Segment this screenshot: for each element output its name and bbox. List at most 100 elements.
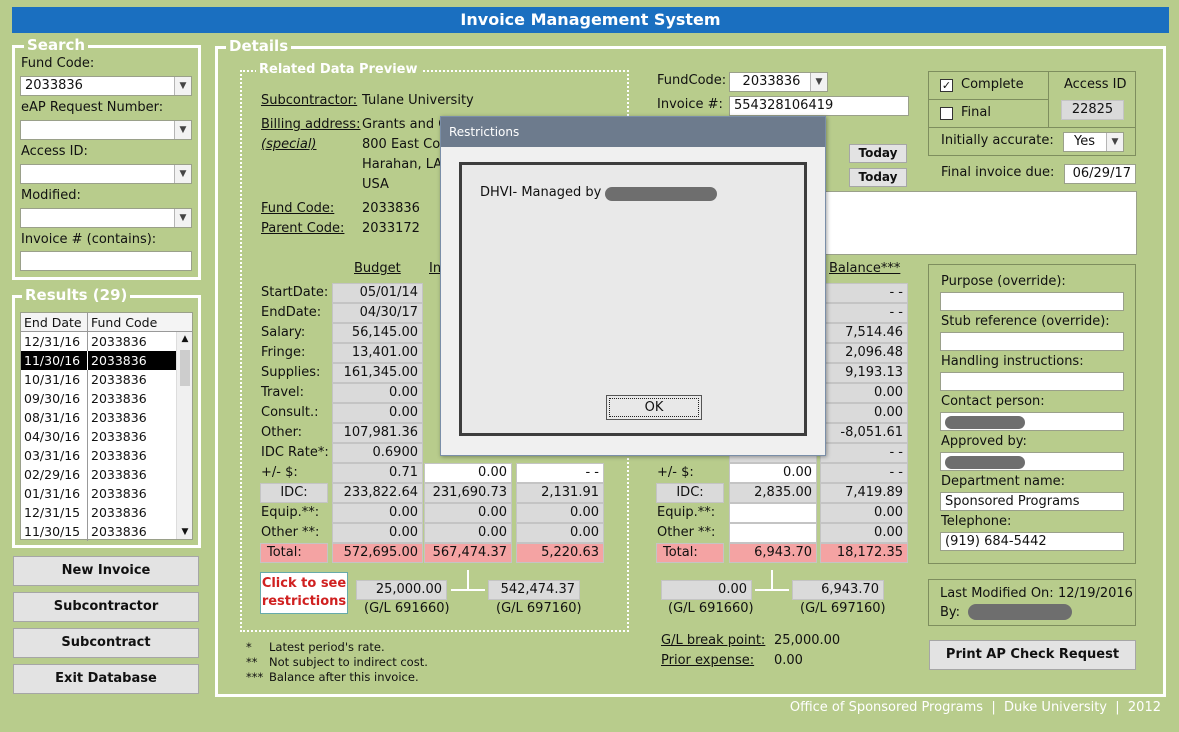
- col-budget-header: Budget: [354, 261, 401, 276]
- list-item[interactable]: 09/30/16 2033836: [21, 389, 176, 408]
- modified-combo[interactable]: ▼: [20, 208, 192, 228]
- billing-special-label[interactable]: (special): [261, 137, 317, 152]
- results-list[interactable]: End Date Fund Code 12/31/16 2033836 11/30/…: [20, 312, 193, 541]
- row-label: Other:: [261, 425, 303, 440]
- gl-right-a: 0.00: [661, 580, 752, 600]
- list-item[interactable]: 04/30/16 2033836: [21, 427, 176, 446]
- eap-combo[interactable]: ▼: [20, 120, 192, 140]
- subcontractor-label[interactable]: Subcontractor:: [261, 93, 357, 108]
- stub-input[interactable]: [940, 332, 1124, 351]
- list-item[interactable]: 10/31/16 2033836: [21, 370, 176, 389]
- end-date-cell: 10/31/16: [24, 372, 81, 387]
- budget-cell: 161,345.00: [332, 363, 423, 383]
- approved-input[interactable]: [940, 452, 1124, 471]
- notes-textarea[interactable]: [780, 191, 1137, 255]
- final-invoice-due-input[interactable]: 06/29/17: [1064, 164, 1136, 184]
- details-fund-code-label[interactable]: Fund Code:: [261, 201, 334, 216]
- department-label: Department name:: [941, 474, 1066, 489]
- note-text: Latest period's rate.: [269, 640, 385, 654]
- exit-database-button[interactable]: Exit Database: [13, 664, 199, 694]
- current-invoice-cell: 6,943.70: [729, 543, 817, 563]
- status-divider: [928, 99, 1048, 100]
- list-item[interactable]: 11/30/15 2033836: [21, 522, 176, 541]
- gl-break-label[interactable]: G/L break point:: [661, 633, 765, 648]
- handling-input[interactable]: [940, 372, 1124, 391]
- new-invoice-button[interactable]: New Invoice: [13, 556, 199, 586]
- search-legend: Search: [24, 37, 89, 53]
- telephone-input[interactable]: (919) 684-5442: [940, 532, 1124, 551]
- chevron-down-icon[interactable]: ▼: [810, 73, 827, 91]
- chevron-down-icon[interactable]: ▼: [174, 121, 191, 139]
- scroll-thumb[interactable]: [180, 350, 190, 386]
- row-label: +/- $:: [261, 465, 298, 480]
- chevron-down-icon[interactable]: ▼: [1106, 133, 1123, 151]
- access-id-header: Access ID: [1064, 77, 1127, 92]
- related-legend: Related Data Preview: [256, 62, 421, 78]
- today-button[interactable]: Today: [849, 168, 907, 187]
- ok-button[interactable]: OK: [606, 395, 702, 420]
- click-to-see-restrictions[interactable]: Click to see restrictions: [260, 572, 348, 614]
- balance-cell: - -: [820, 283, 908, 303]
- chevron-down-icon[interactable]: ▼: [174, 165, 191, 183]
- billing-address-label[interactable]: Billing address:: [261, 117, 360, 132]
- note-mark: *: [246, 640, 252, 654]
- budget-cell: 572,695.00: [332, 543, 423, 563]
- details-legend: Details: [226, 38, 292, 54]
- department-input[interactable]: Sponsored Programs: [940, 492, 1124, 511]
- list-item[interactable]: 08/31/16 2033836: [21, 408, 176, 427]
- chevron-down-icon[interactable]: ▼: [174, 77, 191, 95]
- bracket-line: [771, 570, 773, 590]
- list-item[interactable]: 03/31/16 2033836: [21, 446, 176, 465]
- scroll-up-icon[interactable]: ▲: [177, 334, 193, 344]
- balance-cell: 0.00: [820, 503, 908, 523]
- subcontractor-value: Tulane University: [362, 93, 474, 108]
- today-button[interactable]: Today: [849, 144, 907, 163]
- gl-left-b: 542,474.37: [488, 580, 580, 600]
- gl-right-b: 6,943.70: [792, 580, 884, 600]
- by-label: By:: [940, 605, 961, 620]
- purpose-input[interactable]: [940, 292, 1124, 311]
- scroll-down-icon[interactable]: ▼: [177, 527, 193, 537]
- balance-cell: 9,193.13: [820, 363, 908, 383]
- balance-cell: 7,419.89: [820, 483, 908, 503]
- budget-cell: 56,145.00: [332, 323, 423, 343]
- contact-input[interactable]: [940, 412, 1124, 431]
- complete-checkbox[interactable]: ✓: [940, 79, 953, 92]
- invoice-number-label: Invoice #:: [657, 97, 723, 112]
- print-ap-check-request-button[interactable]: Print AP Check Request: [929, 640, 1136, 670]
- list-item[interactable]: 11/30/16 2033836: [21, 351, 176, 370]
- end-date-cell: 12/31/16: [24, 334, 81, 349]
- access-id-combo[interactable]: ▼: [20, 164, 192, 184]
- scrollbar[interactable]: ▲ ▼: [176, 332, 192, 539]
- fundcode-combo[interactable]: 2033836 ▼: [729, 72, 828, 92]
- list-item[interactable]: 12/31/15 2033836: [21, 503, 176, 522]
- note-text: Balance after this invoice.: [269, 670, 419, 684]
- redaction: [968, 604, 1072, 620]
- fund-code-combo[interactable]: 2033836 ▼: [20, 76, 192, 96]
- budget-cell: 0.71: [332, 463, 423, 483]
- balance-cell: 0.00: [820, 403, 908, 423]
- list-item[interactable]: 02/29/16 2033836: [21, 465, 176, 484]
- right-row-label: Other **:: [657, 525, 716, 540]
- budget-cell: 0.00: [332, 503, 423, 523]
- end-date-cell: 08/31/16: [24, 410, 81, 425]
- end-date-cell: 04/30/16: [24, 429, 81, 444]
- results-header: End Date Fund Code: [21, 313, 192, 332]
- initially-accurate-combo[interactable]: Yes ▼: [1063, 132, 1124, 152]
- invoice-contains-input[interactable]: [20, 251, 192, 271]
- invoice-number-input[interactable]: 554328106419: [729, 96, 909, 116]
- list-item[interactable]: 12/31/16 2033836: [21, 332, 176, 351]
- invoiced-cell: 567,474.37: [424, 543, 512, 563]
- chevron-down-icon[interactable]: ▼: [174, 209, 191, 227]
- subcontractor-button[interactable]: Subcontractor: [13, 592, 199, 622]
- end-date-cell: 01/31/16: [24, 486, 81, 501]
- row-label: StartDate:: [261, 285, 329, 300]
- list-item[interactable]: 01/31/16 2033836: [21, 484, 176, 503]
- initially-accurate-value: Yes: [1074, 134, 1095, 149]
- parent-code-value: 2033172: [362, 221, 420, 236]
- parent-code-label[interactable]: Parent Code:: [261, 221, 344, 236]
- final-checkbox[interactable]: [940, 107, 953, 120]
- prior-expense-label[interactable]: Prior expense:: [661, 653, 754, 668]
- subcontract-button[interactable]: Subcontract: [13, 628, 199, 658]
- last-modified-label: Last Modified On:: [940, 586, 1054, 601]
